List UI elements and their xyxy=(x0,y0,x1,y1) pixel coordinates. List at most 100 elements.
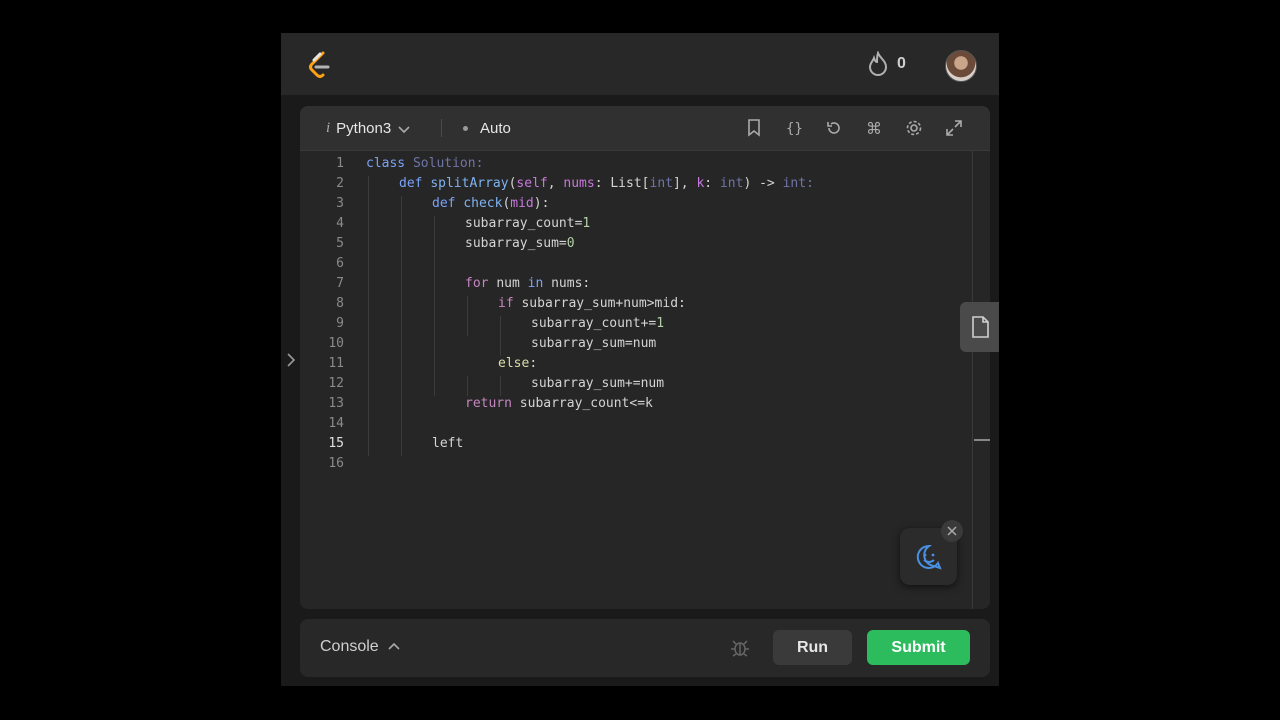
close-icon[interactable] xyxy=(941,520,963,542)
console-label: Console xyxy=(320,638,379,655)
code-token: def xyxy=(432,196,464,211)
code-token: : xyxy=(475,156,484,171)
line-number: 4 xyxy=(336,216,344,231)
code-token: splitArray xyxy=(430,176,509,191)
code-token: self xyxy=(516,176,548,191)
streak-count: 0 xyxy=(897,55,906,72)
editor-toolbar: i Python3 Auto {} ⌘ xyxy=(300,106,990,151)
code-line: for num in nums: xyxy=(465,276,590,291)
language-label: Python3 xyxy=(336,120,392,137)
run-button[interactable]: Run xyxy=(773,630,852,665)
code-line: subarray_sum+=num xyxy=(531,376,664,391)
line-number-current: 15 xyxy=(328,436,344,451)
language-selector[interactable]: i Python3 xyxy=(326,120,411,137)
code-line: def check(mid): xyxy=(432,196,549,211)
line-number: 10 xyxy=(328,336,344,351)
code-token: subarray_count+= xyxy=(531,316,657,331)
indent-guide xyxy=(467,296,468,336)
code-token: num xyxy=(496,276,528,291)
code-token: Solution xyxy=(412,156,476,171)
code-token: int xyxy=(649,176,673,191)
code-line: class Solution: xyxy=(366,156,483,171)
indent-guide xyxy=(368,176,369,456)
scrollbar-marker xyxy=(974,439,990,441)
file-panel-button[interactable] xyxy=(960,302,999,352)
indent-guide xyxy=(467,376,468,396)
flame-icon xyxy=(868,51,888,76)
svg-text:⌘: ⌘ xyxy=(866,119,882,137)
code-token: subarray_sum=num xyxy=(531,336,657,351)
gear-icon[interactable] xyxy=(904,118,924,138)
code-token: 1 xyxy=(656,316,665,331)
bug-icon[interactable] xyxy=(730,638,750,658)
code-token: : xyxy=(806,176,814,191)
code-area[interactable]: 1 2 3 4 5 6 7 8 9 10 11 12 13 14 15 16 c… xyxy=(300,156,972,606)
code-token: mid xyxy=(510,196,534,211)
language-prefix: i xyxy=(326,120,331,136)
code-token: ) -> xyxy=(743,176,783,191)
braces-icon[interactable]: {} xyxy=(784,118,804,138)
svg-text:{}: {} xyxy=(786,121,803,137)
code-token: else xyxy=(498,356,530,371)
line-number: 16 xyxy=(328,456,344,471)
indent-guide xyxy=(500,316,501,356)
code-line: subarray_count=1 xyxy=(465,216,590,231)
editor-tools: {} ⌘ xyxy=(744,118,964,138)
indent-guide xyxy=(401,196,402,456)
code-token: def xyxy=(399,176,431,191)
line-number: 14 xyxy=(328,416,344,431)
indent-guide xyxy=(500,376,501,396)
code-token: left xyxy=(432,436,464,451)
line-number: 9 xyxy=(336,316,344,331)
leetcode-logo-icon[interactable] xyxy=(306,50,334,80)
code-token: check xyxy=(463,196,503,211)
fullscreen-icon[interactable] xyxy=(944,118,964,138)
code-token: subarray_count= xyxy=(465,216,583,231)
app-window: 0 i Python3 Auto {} ⌘ 1 2 3 4 5 6 7 8 9 … xyxy=(281,33,999,686)
code-token: nums xyxy=(563,176,595,191)
code-line: return subarray_count<=k xyxy=(465,396,653,411)
line-number: 12 xyxy=(328,376,344,391)
code-token: for xyxy=(465,276,497,291)
chevron-down-icon xyxy=(398,125,410,133)
code-token: , xyxy=(547,176,564,191)
mode-label: Auto xyxy=(480,120,511,137)
status-dot xyxy=(463,126,468,131)
code-token: subarray_sum+=num xyxy=(531,376,665,391)
code-editor: i Python3 Auto {} ⌘ 1 2 3 4 5 6 7 8 9 10… xyxy=(300,106,990,609)
code-line: subarray_count+=1 xyxy=(531,316,664,331)
code-token: : xyxy=(704,176,720,191)
code-token: subarray_sum+num>mid: xyxy=(521,296,686,311)
console-toggle[interactable]: Console xyxy=(320,638,401,656)
code-line: else: xyxy=(498,356,537,371)
code-token: return xyxy=(465,396,520,411)
streak-counter[interactable]: 0 xyxy=(867,51,906,77)
line-number: 11 xyxy=(328,356,344,371)
code-token: if xyxy=(498,296,522,311)
code-token: : xyxy=(529,356,538,371)
code-token: subarray_sum= xyxy=(465,236,567,251)
command-icon[interactable]: ⌘ xyxy=(864,118,884,138)
code-token: 1 xyxy=(582,216,591,231)
code-token: int xyxy=(782,176,807,191)
scrollbar-track[interactable] xyxy=(972,150,973,609)
code-line: left xyxy=(432,436,463,451)
code-token: nums: xyxy=(551,276,591,291)
auto-mode-toggle[interactable]: Auto xyxy=(463,120,511,137)
line-number: 6 xyxy=(336,256,344,271)
code-line: subarray_sum=num xyxy=(531,336,656,351)
divider xyxy=(441,119,442,137)
line-number: 2 xyxy=(336,176,344,191)
indent-guide xyxy=(434,216,435,396)
code-line: subarray_sum=0 xyxy=(465,236,575,251)
code-token: 0 xyxy=(566,236,575,251)
bookmark-icon[interactable] xyxy=(744,118,764,138)
line-number: 3 xyxy=(336,196,344,211)
line-number: 5 xyxy=(336,236,344,251)
reset-icon[interactable] xyxy=(824,118,844,138)
avatar[interactable] xyxy=(945,50,977,82)
code-token: ): xyxy=(533,196,550,211)
top-bar: 0 xyxy=(281,33,999,95)
chevron-right-icon[interactable] xyxy=(285,352,297,368)
submit-button[interactable]: Submit xyxy=(867,630,970,665)
